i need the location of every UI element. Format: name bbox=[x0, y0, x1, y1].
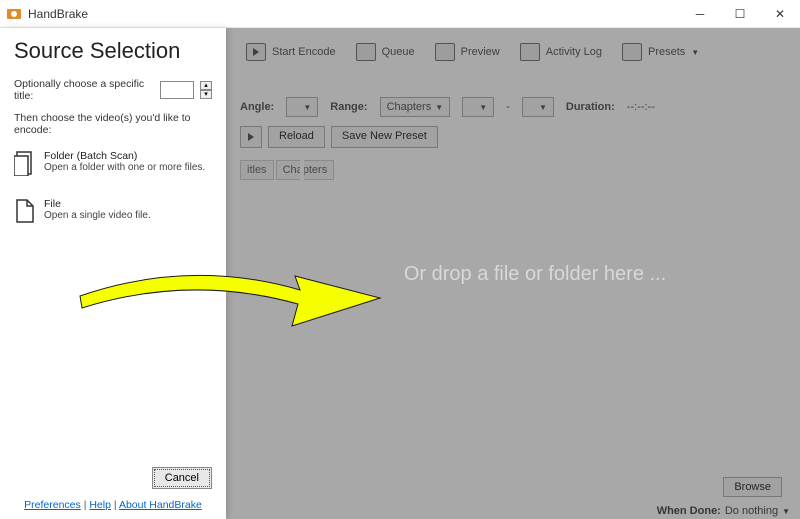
file-option-label: File bbox=[44, 198, 151, 210]
drop-zone-text: Or drop a file or folder here ... bbox=[404, 263, 666, 286]
help-link[interactable]: Help bbox=[89, 499, 111, 511]
cancel-button[interactable]: Cancel bbox=[152, 467, 212, 489]
title-number-input[interactable] bbox=[160, 81, 194, 99]
close-button[interactable]: ✕ bbox=[760, 0, 800, 28]
file-option-desc: Open a single video file. bbox=[44, 210, 151, 221]
source-selection-panel: Source Selection Optionally choose a spe… bbox=[0, 28, 226, 519]
panel-heading: Source Selection bbox=[14, 38, 212, 64]
about-link[interactable]: About HandBrake bbox=[119, 499, 202, 511]
app-icon bbox=[6, 6, 22, 22]
folder-option[interactable]: Folder (Batch Scan) Open a folder with o… bbox=[14, 150, 212, 176]
then-choose-label: Then choose the video(s) you'd like to e… bbox=[14, 112, 212, 136]
preferences-link[interactable]: Preferences bbox=[24, 499, 81, 511]
optional-title-label: Optionally choose a specific title: bbox=[14, 78, 154, 102]
file-option[interactable]: File Open a single video file. bbox=[14, 198, 212, 224]
folder-icon bbox=[14, 150, 36, 176]
panel-links: Preferences | Help | About HandBrake bbox=[14, 499, 212, 511]
drop-zone[interactable]: Or drop a file or folder here ... bbox=[300, 152, 770, 396]
title-spinner[interactable]: ▴▾ bbox=[200, 81, 212, 99]
window-title: HandBrake bbox=[28, 7, 680, 21]
folder-option-desc: Open a folder with one or more files. bbox=[44, 162, 205, 173]
folder-option-label: Folder (Batch Scan) bbox=[44, 150, 205, 162]
file-icon bbox=[14, 198, 36, 224]
titlebar: HandBrake ─ ☐ ✕ bbox=[0, 0, 800, 28]
minimize-button[interactable]: ─ bbox=[680, 0, 720, 28]
maximize-button[interactable]: ☐ bbox=[720, 0, 760, 28]
